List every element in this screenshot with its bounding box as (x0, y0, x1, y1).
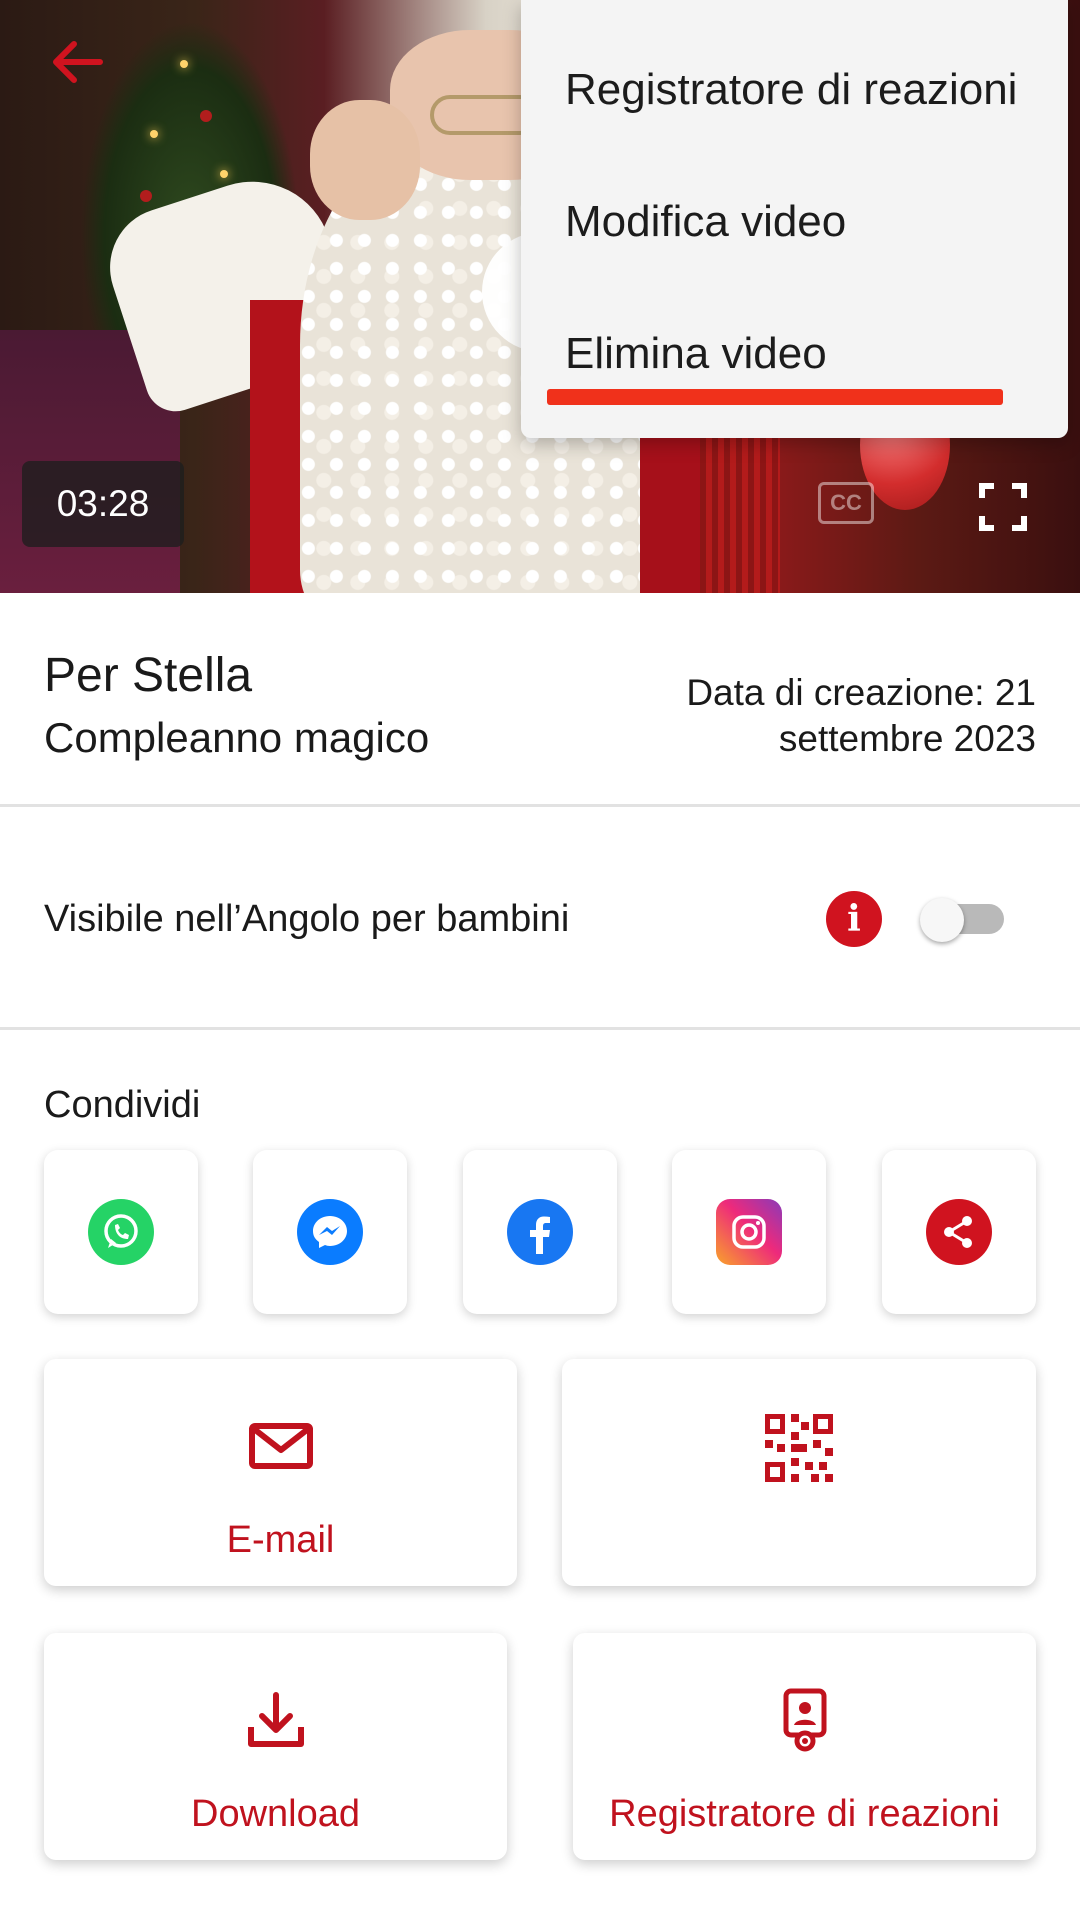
kids-corner-toggle[interactable] (920, 898, 1004, 942)
email-button[interactable]: E-mail (44, 1359, 517, 1586)
reaction-recorder-label: Registratore di reazioni (609, 1793, 1000, 1835)
info-icon[interactable]: i (826, 891, 882, 947)
video-duration: 03:28 (22, 461, 184, 547)
share-whatsapp-button[interactable] (44, 1150, 198, 1314)
qr-code-icon (765, 1414, 833, 1482)
download-button[interactable]: Download (44, 1633, 507, 1860)
mail-icon (248, 1423, 313, 1469)
kids-corner-label: Visibile nell’Angolo per bambini (44, 898, 570, 940)
instagram-icon (716, 1199, 782, 1265)
whatsapp-icon (88, 1199, 154, 1265)
highlight-underline (547, 389, 1003, 405)
menu-item-reaction-recorder[interactable]: Registratore di reazioni (565, 68, 1017, 112)
menu-item-edit-video[interactable]: Modifica video (565, 200, 846, 244)
facebook-icon (507, 1199, 573, 1265)
share-icon (926, 1199, 992, 1265)
video-title: Per Stella (44, 649, 253, 702)
share-instagram-button[interactable] (672, 1150, 826, 1314)
fullscreen-icon (979, 483, 1027, 531)
divider (0, 1027, 1080, 1030)
menu-item-delete-video[interactable]: Elimina video (565, 332, 827, 376)
overflow-menu: Registratore di reazioni Modifica video … (521, 0, 1068, 438)
divider (0, 804, 1080, 807)
email-label: E-mail (226, 1519, 335, 1561)
reaction-recorder-icon (783, 1688, 826, 1752)
arrow-left-icon (53, 41, 103, 83)
share-facebook-button[interactable] (463, 1150, 617, 1314)
download-label: Download (191, 1793, 360, 1835)
closed-captions-button[interactable]: CC (818, 482, 874, 524)
download-icon (247, 1692, 304, 1747)
santa-hand (310, 100, 420, 220)
back-button[interactable] (44, 34, 108, 90)
toggle-knob (920, 898, 964, 942)
qr-code-button[interactable] (562, 1359, 1036, 1586)
share-more-button[interactable] (882, 1150, 1036, 1314)
share-section-label: Condividi (44, 1084, 201, 1126)
fullscreen-button[interactable] (978, 482, 1028, 532)
video-subtitle: Compleanno magico (44, 714, 430, 761)
share-messenger-button[interactable] (253, 1150, 407, 1314)
messenger-icon (297, 1199, 363, 1265)
creation-date: Data di creazione: 21 settembre 2023 (686, 672, 1036, 759)
tassel (700, 420, 780, 593)
reaction-recorder-button[interactable]: Registratore di reazioni (573, 1633, 1036, 1860)
